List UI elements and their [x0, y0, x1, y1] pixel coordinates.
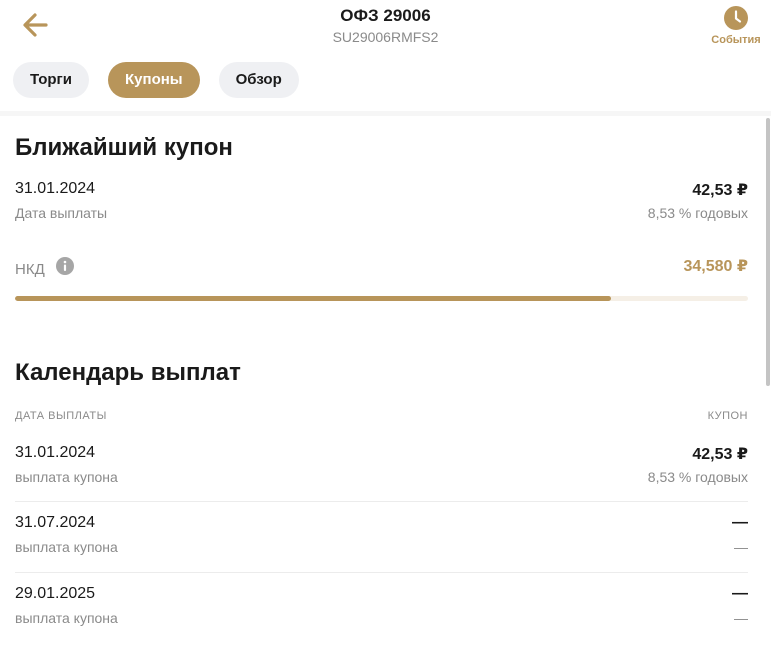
- coupons-content: Ближайший купон 31.01.2024 Дата выплаты …: [15, 116, 748, 644]
- title-block: ОФЗ 29006 SU29006RMFS2: [0, 6, 771, 47]
- payment-rate: —: [734, 610, 748, 626]
- events-label[interactable]: События: [710, 34, 762, 46]
- clock-icon[interactable]: [723, 5, 749, 31]
- tab-coupons[interactable]: Купоны: [108, 62, 200, 98]
- nkd-value: 34,580 ₽: [683, 258, 748, 275]
- calendar-column-headers: ДАТА ВЫПЛАТЫ КУПОН: [15, 410, 748, 424]
- nearest-coupon-title: Ближайший купон: [15, 134, 233, 161]
- payment-row[interactable]: 29.01.2025 выплата купона — —: [15, 573, 748, 644]
- payment-type: выплата купона: [15, 539, 118, 555]
- payment-rate: —: [734, 539, 748, 555]
- scrollbar-thumb[interactable]: [766, 118, 770, 386]
- payment-rate: 8,53 % годовых: [647, 469, 748, 485]
- payment-amount: 42,53 ₽: [692, 446, 748, 463]
- payment-type: выплата купона: [15, 610, 118, 626]
- calendar-title: Календарь выплат: [15, 359, 241, 386]
- nearest-coupon-amount: 42,53 ₽: [692, 182, 748, 199]
- payment-date: 31.07.2024: [15, 514, 96, 531]
- payment-amount: —: [732, 514, 748, 531]
- header: ОФЗ 29006 SU29006RMFS2 События: [0, 0, 771, 52]
- payment-type: выплата купона: [15, 469, 118, 485]
- page-subtitle: SU29006RMFS2: [332, 29, 439, 45]
- tab-trading[interactable]: Торги: [13, 62, 90, 98]
- payment-date: 29.01.2025: [15, 585, 96, 602]
- nkd-progress-fill: [15, 296, 611, 301]
- payment-row[interactable]: 31.01.2024 выплата купона 42,53 ₽ 8,53 %…: [15, 444, 748, 502]
- nearest-coupon-row: 31.01.2024 Дата выплаты 42,53 ₽ 8,53 % г…: [15, 180, 748, 230]
- nearest-coupon-rate: 8,53 % годовых: [647, 205, 748, 221]
- nearest-coupon-date-label: Дата выплаты: [15, 205, 108, 221]
- tab-bar: Торги Купоны Обзор: [13, 62, 299, 98]
- nkd-progress-bar: [15, 296, 748, 301]
- events-button[interactable]: События: [710, 5, 762, 46]
- nearest-coupon-date: 31.01.2024: [15, 180, 96, 197]
- column-header-date: ДАТА ВЫПЛАТЫ: [15, 410, 107, 422]
- page-title: ОФЗ 29006: [340, 6, 431, 25]
- tab-overview[interactable]: Обзор: [218, 62, 299, 98]
- payment-amount: —: [732, 585, 748, 602]
- nkd-label: НКД: [15, 261, 45, 278]
- payment-date: 31.01.2024: [15, 444, 96, 461]
- payment-list: 31.01.2024 выплата купона 42,53 ₽ 8,53 %…: [15, 444, 748, 644]
- column-header-coupon: КУПОН: [707, 410, 748, 422]
- payment-row[interactable]: 31.07.2024 выплата купона — —: [15, 502, 748, 573]
- info-icon[interactable]: [56, 257, 74, 275]
- nkd-row: НКД 34,580 ₽: [15, 254, 748, 284]
